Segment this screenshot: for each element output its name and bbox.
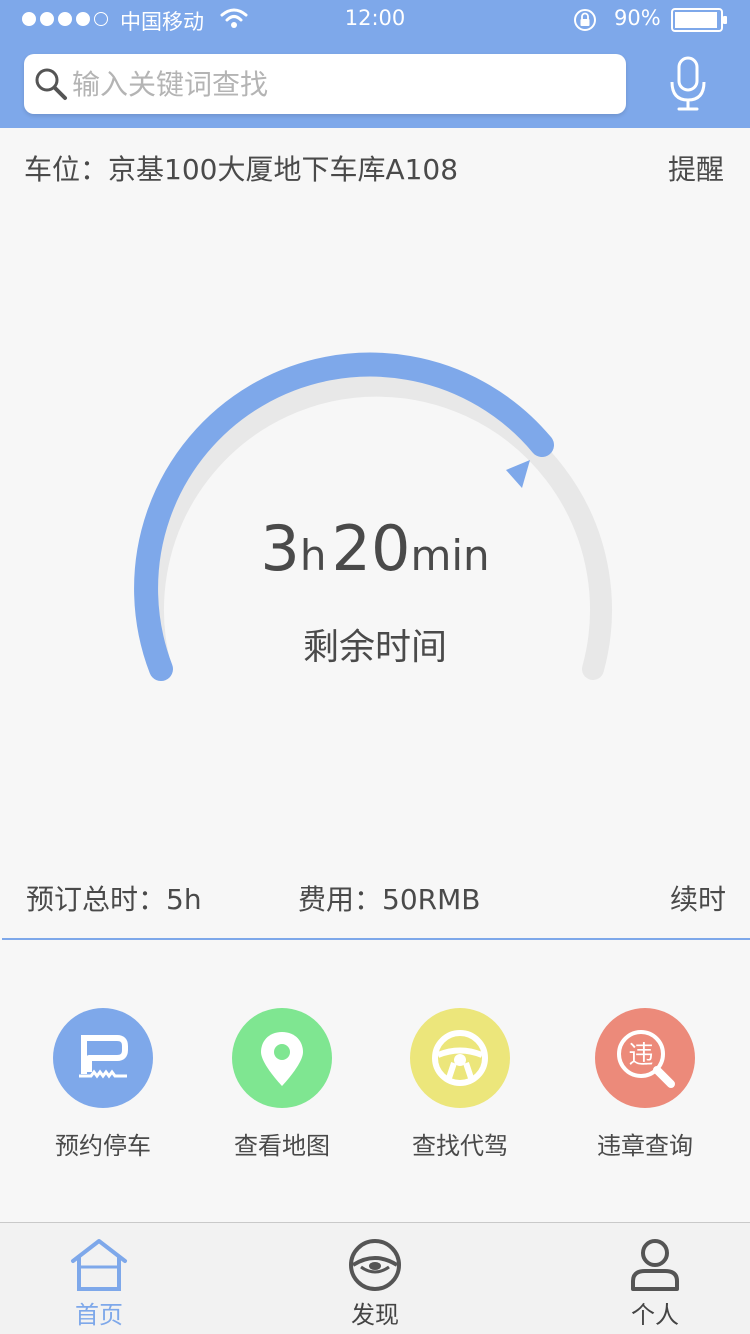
- violation-glyph: 违: [628, 1040, 653, 1069]
- bottom-tab-bar: 首页 发现 个人: [0, 1222, 750, 1334]
- tab-discover[interactable]: 发现: [300, 1223, 450, 1334]
- shortcut-icon-bg: [232, 1008, 332, 1108]
- booking-info-row: 预订总时：5h 费用：50RMB 续时: [0, 860, 750, 936]
- shortcut-icon-bg: [410, 1008, 510, 1108]
- app-header: 中国移动 12:00 90%: [0, 0, 750, 128]
- shortcut-label: 查找代驾: [412, 1132, 508, 1160]
- shortcut-view-map[interactable]: 查看地图: [192, 1008, 372, 1168]
- shortcut-icon-bg: [53, 1008, 153, 1108]
- remaining-hours: 3: [260, 512, 300, 585]
- shortcut-find-driver[interactable]: 查找代驾: [370, 1008, 550, 1168]
- booking-total-time: 预订总时：5h: [26, 883, 202, 916]
- battery-icon: [671, 8, 727, 32]
- search-input[interactable]: [72, 54, 612, 114]
- tab-profile[interactable]: 个人: [580, 1223, 730, 1334]
- shortcut-reserve-parking[interactable]: 预约停车: [13, 1008, 193, 1168]
- parking-info-row: 车位：京基100大厦地下车库A108 提醒: [0, 128, 750, 208]
- hours-unit: h: [299, 531, 327, 580]
- shortcut-label: 查看地图: [234, 1132, 330, 1160]
- tab-label: 首页: [75, 1301, 123, 1329]
- booking-fee: 费用：50RMB: [298, 883, 481, 916]
- shortcut-label: 预约停车: [55, 1132, 151, 1160]
- tab-home[interactable]: 首页: [24, 1223, 174, 1334]
- tab-label: 个人: [631, 1301, 679, 1329]
- remaining-minutes: 20: [331, 512, 411, 585]
- section-divider: [2, 938, 750, 940]
- microphone-icon[interactable]: [668, 56, 708, 112]
- gauge-arrow-icon: [506, 460, 530, 488]
- remind-button[interactable]: 提醒: [668, 148, 724, 188]
- parking-location: 车位：京基100大厦地下车库A108: [24, 153, 459, 186]
- shortcut-icon-bg: 违: [595, 1008, 695, 1108]
- parking-ticket-icon: [79, 1035, 128, 1079]
- home-icon: [71, 1239, 127, 1291]
- steering-wheel-icon: [432, 1030, 488, 1086]
- battery-percent: 90%: [614, 6, 661, 30]
- search-bar[interactable]: [24, 54, 626, 114]
- remaining-time-value: 3h 20min: [0, 512, 750, 585]
- shortcut-violation-query[interactable]: 违 违章查询: [555, 1008, 735, 1168]
- minutes-unit: min: [410, 531, 490, 580]
- status-bar: 中国移动 12:00 90%: [0, 0, 750, 40]
- map-pin-icon: [261, 1032, 303, 1086]
- rotation-lock-icon: [574, 9, 596, 31]
- user-icon: [631, 1239, 679, 1291]
- violation-search-icon: 违: [617, 1030, 675, 1088]
- remaining-time-label: 剩余时间: [302, 627, 447, 668]
- shortcut-label: 违章查询: [597, 1132, 693, 1160]
- eye-icon: [349, 1239, 401, 1291]
- tab-label: 发现: [351, 1301, 399, 1329]
- renew-button[interactable]: 续时: [670, 878, 726, 918]
- search-icon: [35, 68, 67, 100]
